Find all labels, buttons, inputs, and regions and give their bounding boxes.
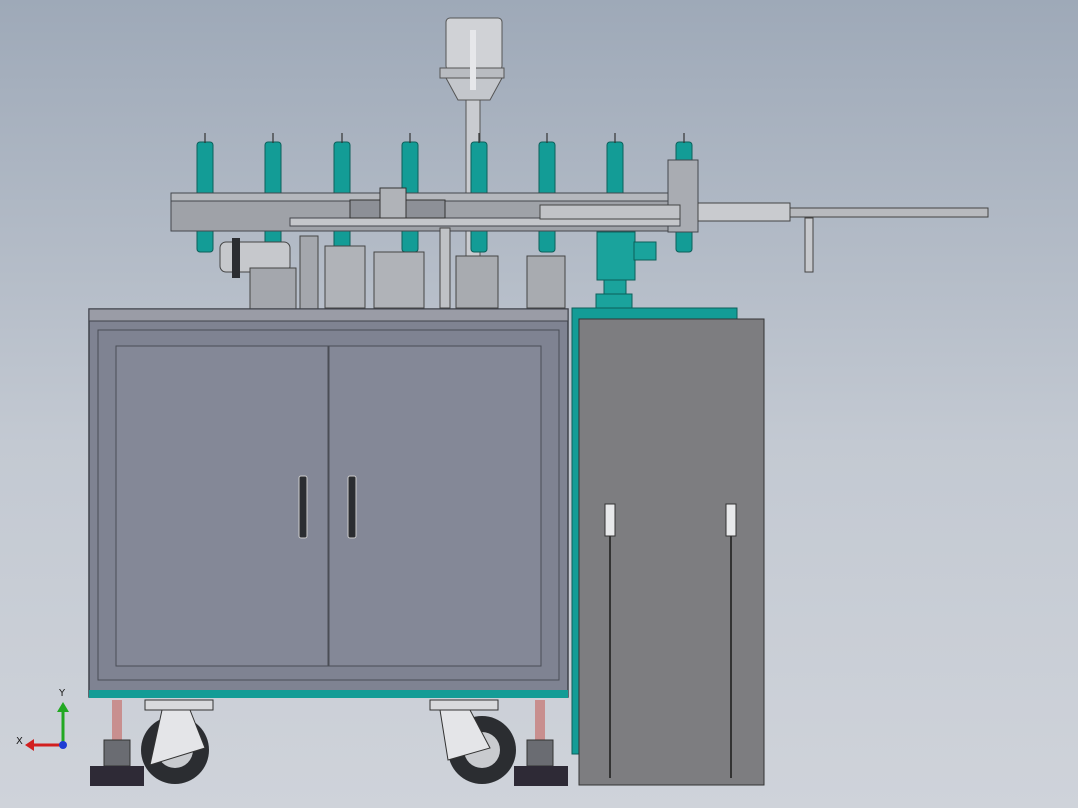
side-panel — [571, 307, 765, 786]
axis-x-label: X — [16, 736, 23, 747]
teal-actuator — [595, 231, 657, 311]
machine-model — [25, 17, 989, 786]
axis-triad — [25, 702, 69, 751]
cabinet-left — [88, 308, 569, 698]
caster-left — [141, 699, 214, 784]
caster-right — [429, 699, 516, 784]
cad-viewport[interactable]: Y X — [0, 0, 1078, 808]
axis-y-label: Y — [59, 688, 66, 699]
